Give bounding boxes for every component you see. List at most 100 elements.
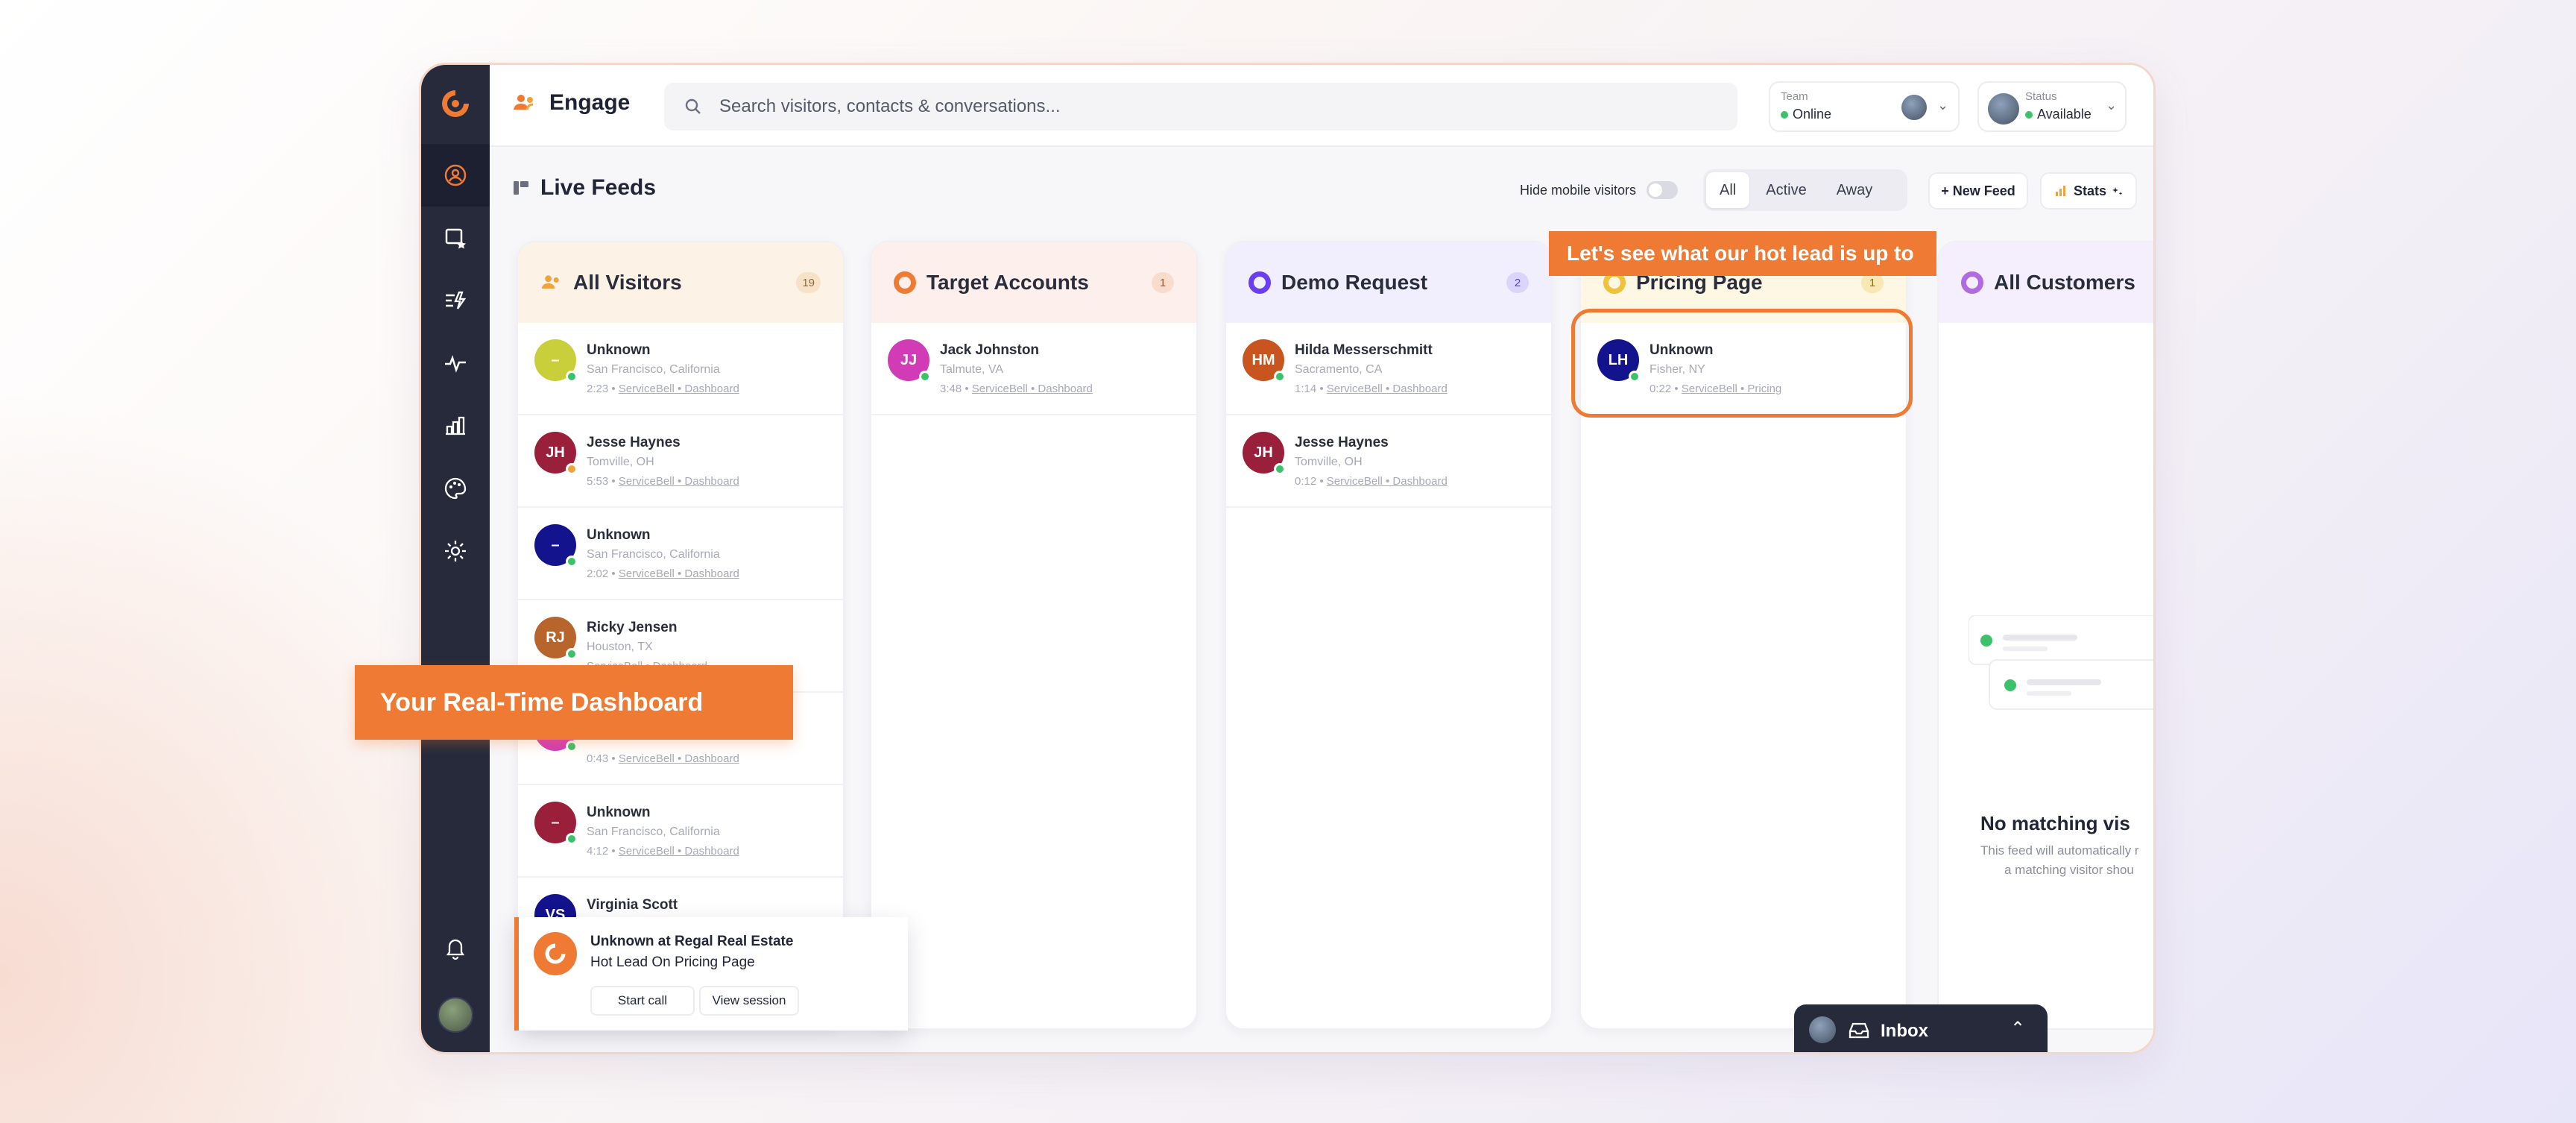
visitor-avatar: – <box>534 339 578 383</box>
visitor-location: Talmute, VA <box>940 363 1004 376</box>
visitor-name: Virginia Scott <box>587 897 678 913</box>
visitor-page-link[interactable]: ServiceBell • Dashboard <box>1327 475 1448 488</box>
visitor-meta: 2:02 • ServiceBell • Dashboard <box>587 567 739 580</box>
new-feed-button[interactable]: + New Feed <box>1928 172 2028 210</box>
visitor-page-link[interactable]: ServiceBell • Dashboard <box>619 475 739 488</box>
presence-dot <box>566 740 578 752</box>
visitor-time: 5:53 <box>587 475 609 488</box>
feeds-icon <box>514 181 528 195</box>
visitor-card[interactable]: JJ Jack Johnston Talmute, VA 3:48 • Service… <box>871 323 1196 415</box>
column-header: All Visitors 19 <box>518 242 843 323</box>
sidebar-item-saved[interactable] <box>421 207 490 269</box>
sidebar-item-engage[interactable] <box>421 144 490 207</box>
servicebell-logo-icon <box>534 932 577 975</box>
hot-lead-callout: Let's see what our hot lead is up to <box>1549 231 1936 276</box>
sidebar-item-reports[interactable] <box>421 394 490 457</box>
visitor-name: Jack Johnston <box>940 342 1040 358</box>
available-dot <box>2025 110 2033 119</box>
visitor-card[interactable]: – Unknown San Francisco, California 2:02 • … <box>518 508 843 600</box>
feed-column-all-visitors: All Visitors 19 – Unknown San Francisco, C… <box>517 241 845 1030</box>
visitor-name: Hilda Messerschmitt <box>1295 342 1433 358</box>
visitor-avatar: HM <box>1243 339 1286 383</box>
presence-dot <box>566 556 578 567</box>
engage-icon <box>514 95 534 110</box>
column-title: All Customers <box>1994 271 2135 294</box>
visitor-meta: 5:53 • ServiceBell • Dashboard <box>587 475 739 488</box>
feed-column-target-accounts: Target Accounts 1 JJ Jack Johnston Talmute… <box>870 241 1198 1030</box>
chevron-up-icon[interactable]: ⌃ <box>2010 1018 2025 1039</box>
status-selector[interactable]: Status Available ⌄ <box>1977 81 2127 132</box>
hide-mobile-toggle[interactable] <box>1647 181 1679 199</box>
notification-subtitle: Hot Lead On Pricing Page <box>590 954 755 970</box>
presence-dot <box>919 371 931 383</box>
status-value: Available <box>2025 107 2092 122</box>
dashboard-callout: Your Real-Time Dashboard <box>355 665 793 740</box>
stats-button[interactable]: Stats <box>2040 172 2137 210</box>
visitor-initials: – <box>551 814 560 831</box>
visitor-page-link[interactable]: ServiceBell • Dashboard <box>619 752 739 765</box>
filter-away[interactable]: Away <box>1823 172 1887 208</box>
visitor-initials: – <box>551 536 560 553</box>
hot-lead-notification[interactable]: Unknown at Regal Real Estate Hot Lead On… <box>514 917 908 1031</box>
sidebar <box>421 65 490 1052</box>
hide-mobile-label: Hide mobile visitors <box>1520 182 1637 198</box>
inbox-icon <box>1849 1022 1869 1039</box>
visitor-time: 1:14 <box>1295 383 1317 395</box>
search-bar[interactable] <box>664 83 1737 130</box>
visitor-meta: 4:12 • ServiceBell • Dashboard <box>587 845 739 858</box>
sidebar-item-notifications[interactable] <box>421 916 490 979</box>
visitor-avatar: – <box>534 802 578 845</box>
visitor-page-link[interactable]: ServiceBell • Dashboard <box>619 567 739 580</box>
visitor-location: San Francisco, California <box>587 363 720 376</box>
visitors-icon <box>444 164 467 186</box>
filter-all[interactable]: All <box>1706 172 1750 208</box>
visitor-name: Unknown <box>587 342 651 358</box>
lightning-icon <box>446 291 467 309</box>
visitor-page-link[interactable]: ServiceBell • Dashboard <box>619 383 739 395</box>
start-call-button[interactable]: Start call <box>590 986 695 1016</box>
palette-icon <box>444 477 467 500</box>
visitor-card[interactable]: – Unknown San Francisco, California 2:23 • … <box>518 323 843 415</box>
visitor-time: 0:12 <box>1295 475 1317 488</box>
column-header: All Customers <box>1939 242 2153 323</box>
visitor-avatar: JH <box>534 432 578 475</box>
sidebar-item-settings[interactable] <box>421 520 490 582</box>
inbox-label: Inbox <box>1881 1021 1928 1041</box>
chevron-down-icon: ⌄ <box>1937 98 1949 113</box>
logo-icon[interactable] <box>438 86 473 122</box>
view-session-button[interactable]: View session <box>699 986 799 1016</box>
visitor-initials: – <box>551 351 560 368</box>
search-input[interactable] <box>718 95 1687 118</box>
visitor-card[interactable]: HM Hilda Messerschmitt Sacramento, CA 1:14 … <box>1226 323 1551 415</box>
sidebar-item-activity[interactable] <box>421 332 490 394</box>
stats-label: Stats <box>2073 183 2106 198</box>
team-selector[interactable]: Team Online ⌄ <box>1769 81 1960 132</box>
team-status-text: Online <box>1793 107 1832 122</box>
sidebar-item-automations[interactable] <box>421 269 490 332</box>
visitor-page-link[interactable]: ServiceBell • Dashboard <box>619 845 739 858</box>
visitor-card[interactable]: JH Jesse Haynes Tomville, OH 0:12 • Service… <box>1226 415 1551 508</box>
visitor-time: 2:02 <box>587 567 609 580</box>
visitor-initials: JH <box>1254 444 1273 461</box>
visitor-time: 0:43 <box>587 752 609 765</box>
column-title: All Visitors <box>573 271 682 294</box>
visitor-location: Sacramento, CA <box>1295 363 1383 376</box>
visitor-card[interactable]: – Unknown San Francisco, California 4:12 • … <box>518 785 843 878</box>
visitor-card[interactable]: JH Jesse Haynes Tomville, OH 5:53 • Service… <box>518 415 843 508</box>
inbox-bar[interactable]: Inbox ⌃ <box>1794 1004 2048 1052</box>
presence-dot <box>566 463 578 475</box>
visitor-avatar: JJ <box>888 339 931 383</box>
visitor-meta: 3:48 • ServiceBell • Dashboard <box>940 383 1093 395</box>
visitor-meta: 0:43 • ServiceBell • Dashboard <box>587 752 739 765</box>
visitor-page-link[interactable]: ServiceBell • Dashboard <box>1327 383 1448 395</box>
team-label: Team <box>1781 90 1808 103</box>
sidebar-item-theme[interactable] <box>421 457 490 520</box>
filter-segment: All Active Away <box>1703 169 1907 211</box>
column-count-badge: 2 <box>1506 272 1529 293</box>
user-avatar[interactable] <box>438 997 473 1033</box>
target-icon <box>894 271 916 294</box>
filter-active[interactable]: Active <box>1752 172 1819 208</box>
notification-title: Unknown at Regal Real Estate <box>590 934 794 949</box>
visitor-page-link[interactable]: ServiceBell • Dashboard <box>972 383 1093 395</box>
stats-icon <box>2055 186 2065 196</box>
